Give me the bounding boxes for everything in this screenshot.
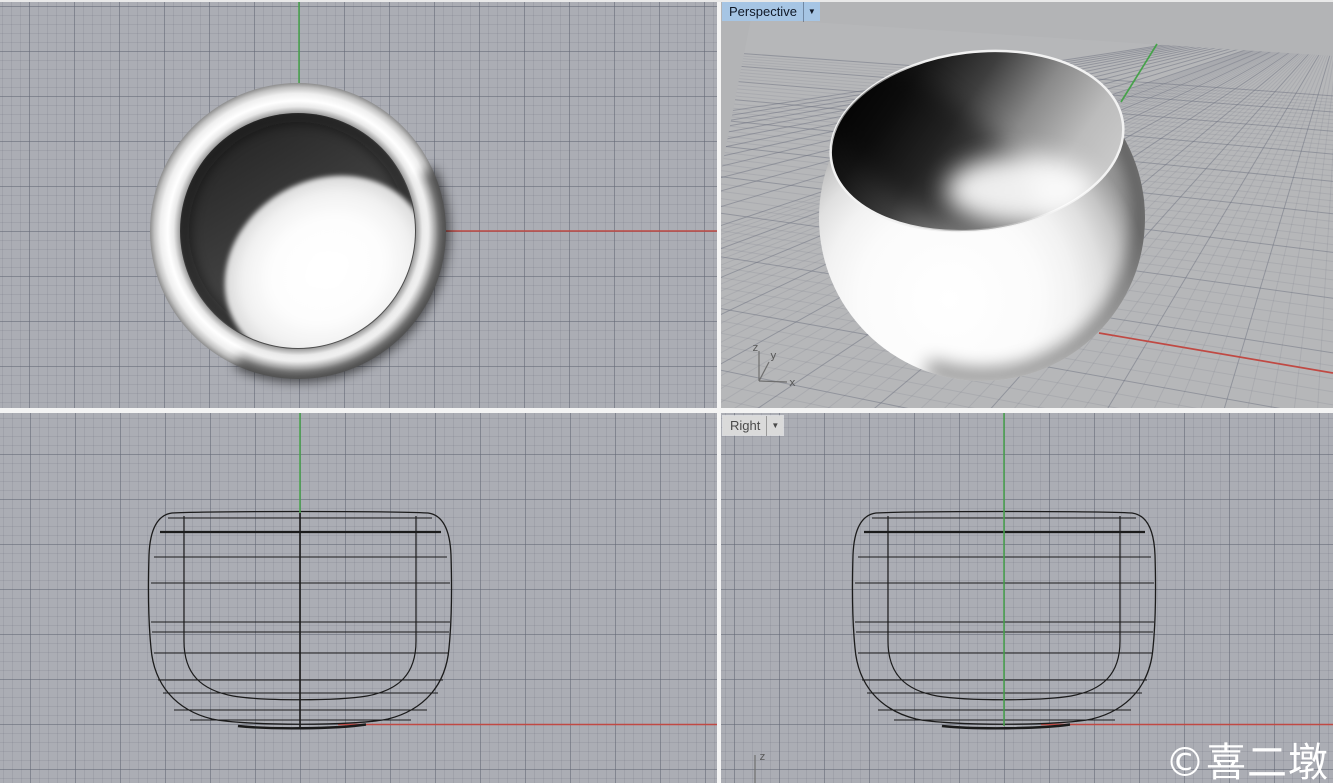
chevron-down-icon[interactable]: ▼ [766, 416, 783, 436]
viewport-front[interactable] [0, 413, 717, 783]
viewport-right[interactable]: z Right ▼ ©喜二墩 [721, 413, 1333, 783]
gizmo-x-label: x [789, 376, 796, 389]
front-wireframe-bowl [148, 512, 451, 729]
gizmo-z-label: z [759, 750, 766, 763]
viewport-tab-label: Perspective [722, 2, 803, 22]
viewport-perspective[interactable]: z y x Perspective ▼ [721, 0, 1333, 408]
front-view-canvas [0, 413, 717, 783]
viewport-splitter-horizontal[interactable] [0, 408, 1333, 413]
viewport-tab-perspective[interactable]: Perspective ▼ [722, 2, 820, 21]
perspective-canvas: z y x [721, 0, 1333, 408]
viewport-top[interactable] [0, 0, 717, 408]
right-view-canvas: z [721, 413, 1333, 783]
window-top-edge [0, 0, 1333, 2]
chevron-down-icon[interactable]: ▼ [803, 2, 820, 22]
viewport-tab-right[interactable]: Right ▼ [723, 416, 783, 435]
rhino-4view-workspace: { "watermark": { "text": "©喜二墩" }, "view… [0, 0, 1333, 783]
viewport-splitter-vertical[interactable] [717, 0, 721, 783]
top-view-bowl-model [150, 83, 464, 401]
top-view-canvas [0, 0, 717, 408]
watermark-text: ©喜二墩 [1165, 743, 1329, 783]
gizmo-z-label: z [752, 341, 759, 354]
gizmo-y-label: y [770, 349, 777, 362]
viewport-tab-label: Right [723, 416, 766, 436]
right-view-axis-gizmo: z [755, 750, 766, 783]
